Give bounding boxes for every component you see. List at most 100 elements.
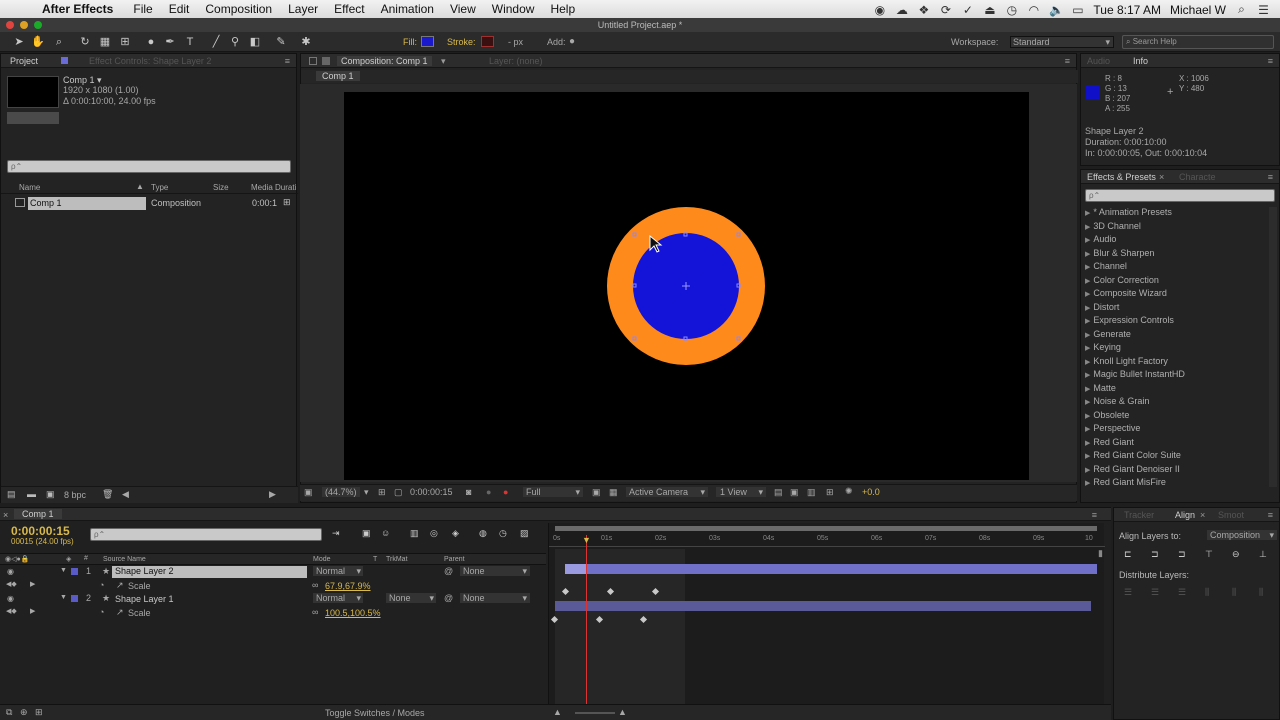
motion-blur-icon[interactable]: ◎ bbox=[430, 528, 438, 539]
distribute-v-center-icon[interactable]: ☰ bbox=[1151, 587, 1159, 598]
effects-category[interactable]: ▶ * Animation Presets bbox=[1085, 207, 1172, 220]
col-trkmat[interactable]: TrkMat bbox=[386, 556, 408, 563]
constrain-link-icon[interactable]: ∞ bbox=[312, 580, 318, 590]
panel-menu-icon[interactable]: ≡ bbox=[1268, 56, 1273, 66]
current-timecode[interactable]: 0:00:00:15 bbox=[11, 524, 70, 538]
effects-category[interactable]: ▶ Red Giant bbox=[1085, 437, 1134, 450]
exposure-icon[interactable]: ✺ bbox=[845, 486, 853, 497]
subtab-comp1[interactable]: Comp 1 bbox=[316, 71, 360, 81]
stroke-width[interactable]: - px bbox=[508, 37, 523, 47]
project-search-input[interactable]: ρ⌃ bbox=[7, 160, 291, 173]
tab-character[interactable]: Characte bbox=[1179, 172, 1216, 182]
add-label[interactable]: Add: bbox=[547, 37, 566, 47]
mask-visibility-icon[interactable]: ▢ bbox=[394, 487, 403, 498]
distribute-bottom-icon[interactable]: ☰ bbox=[1178, 587, 1186, 598]
time-graph[interactable]: 0s 01s 02s 03s 04s 05s 06s 07s 08s 09s 1… bbox=[548, 523, 1105, 713]
wifi-icon[interactable]: ◠ bbox=[1027, 3, 1040, 17]
layer-name[interactable]: Shape Layer 2 bbox=[112, 566, 307, 578]
align-left-icon[interactable]: ⊏ bbox=[1124, 549, 1132, 560]
close-tab-icon[interactable]: × bbox=[3, 510, 8, 520]
composition-viewer[interactable] bbox=[300, 84, 1077, 482]
menu-animation[interactable]: Animation bbox=[381, 2, 434, 16]
interpret-footage-icon[interactable]: ▤ bbox=[7, 489, 16, 500]
tab-layer[interactable]: Layer: (none) bbox=[489, 56, 543, 66]
frame-blending-icon[interactable]: ▥ bbox=[410, 528, 419, 539]
align-to-select[interactable]: Composition ▾ bbox=[1207, 530, 1277, 540]
parent-select[interactable]: None ▾ bbox=[460, 566, 530, 576]
puppet-tool-icon[interactable]: ✱ bbox=[299, 35, 313, 49]
pick-whip-icon[interactable]: @ bbox=[444, 566, 453, 576]
zoom-slider[interactable] bbox=[575, 712, 615, 714]
tab-smoother[interactable]: Smoot bbox=[1218, 510, 1244, 520]
layer-number-column[interactable]: # bbox=[84, 555, 88, 562]
clock[interactable]: Tue 8:17 AM bbox=[1093, 3, 1161, 17]
distribute-h-center-icon[interactable]: ⫼ bbox=[1232, 587, 1236, 598]
close-tab-icon[interactable]: × bbox=[1200, 510, 1205, 520]
magnification-select[interactable]: (44.7%) bbox=[322, 487, 360, 497]
parent-select[interactable]: None ▾ bbox=[460, 593, 530, 603]
draft-3d-icon[interactable]: ▣ bbox=[362, 528, 371, 539]
resolution-select[interactable]: Full ▾ bbox=[523, 487, 583, 497]
battery-icon[interactable]: ▭ bbox=[1071, 3, 1084, 17]
effects-category[interactable]: ▶ Knoll Light Factory bbox=[1085, 356, 1168, 369]
distribute-right-icon[interactable]: ⫼ bbox=[1259, 587, 1263, 598]
toggle-switches-modes-button[interactable]: Toggle Switches / Modes bbox=[325, 708, 425, 718]
always-preview-icon[interactable]: ▣ bbox=[304, 487, 313, 498]
composition-frame[interactable] bbox=[344, 92, 1029, 480]
distribute-left-icon[interactable]: ⫼ bbox=[1205, 587, 1209, 598]
record-icon[interactable]: ◉ bbox=[873, 3, 886, 17]
col-type[interactable]: Type bbox=[151, 183, 168, 192]
hand-tool-icon[interactable]: ✋ bbox=[31, 35, 45, 49]
panel-menu-icon[interactable]: ≡ bbox=[1268, 510, 1273, 520]
rotate-tool-icon[interactable]: ↻ bbox=[78, 35, 92, 49]
effects-category[interactable]: ▶ Obsolete bbox=[1085, 410, 1129, 423]
comp-tab-dropdown-icon[interactable]: ▾ bbox=[441, 56, 446, 67]
sync-icon[interactable]: ⟳ bbox=[939, 3, 952, 17]
show-snapshot-icon[interactable]: ● bbox=[486, 487, 491, 497]
notification-icon[interactable]: ☰ bbox=[1257, 3, 1270, 17]
close-window-button[interactable] bbox=[6, 21, 14, 29]
selection-tool-icon[interactable]: ➤ bbox=[12, 35, 26, 49]
timeline-icon[interactable]: ▥ bbox=[807, 487, 816, 498]
layer-bar-1[interactable] bbox=[565, 564, 1097, 574]
video-visibility-icon[interactable]: ◉ bbox=[7, 567, 14, 576]
row-name[interactable]: Comp 1 bbox=[28, 197, 146, 210]
align-right-icon[interactable]: ⊐ bbox=[1178, 549, 1186, 560]
stopwatch-icon[interactable]: ◔ bbox=[99, 607, 104, 617]
menu-effect[interactable]: Effect bbox=[334, 2, 364, 16]
mode-select[interactable]: Normal ▾ bbox=[313, 566, 363, 576]
brainstorm-icon[interactable]: ◈ bbox=[452, 528, 459, 539]
search-help-input[interactable]: ⌕ Search Help bbox=[1122, 35, 1274, 49]
camera-select[interactable]: Active Camera ▾ bbox=[626, 487, 708, 497]
sort-icon[interactable]: ▲ bbox=[136, 182, 144, 191]
effects-category[interactable]: ▶ 3D Channel bbox=[1085, 221, 1141, 234]
add-button-icon[interactable]: ● bbox=[569, 36, 575, 47]
graph-editor-icon[interactable]: ▨ bbox=[520, 528, 529, 539]
zoom-window-button[interactable] bbox=[34, 21, 42, 29]
timer-icon[interactable]: ◷ bbox=[499, 528, 507, 539]
tab-comp1-timeline[interactable]: Comp 1 bbox=[14, 509, 62, 519]
eject-icon[interactable]: ⏏ bbox=[983, 3, 996, 17]
volume-icon[interactable]: 🔈 bbox=[1049, 3, 1064, 17]
effects-category[interactable]: ▶ Noise & Grain bbox=[1085, 396, 1149, 409]
col-size[interactable]: Size bbox=[213, 183, 229, 192]
channel-icon[interactable]: ● bbox=[503, 487, 508, 497]
camera-tool-icon[interactable]: ▦ bbox=[98, 35, 112, 49]
layer-name[interactable]: Shape Layer 1 bbox=[115, 594, 174, 604]
roto-brush-tool-icon[interactable]: ✎ bbox=[274, 35, 288, 49]
label-color[interactable] bbox=[71, 568, 78, 575]
ellipse-tool-icon[interactable]: ● bbox=[144, 35, 158, 49]
app-menu[interactable]: After Effects bbox=[42, 2, 113, 16]
av-features-icon[interactable]: ◉◁●🔒 bbox=[5, 555, 29, 563]
menu-window[interactable]: Window bbox=[492, 2, 535, 16]
tab-align[interactable]: Align bbox=[1175, 510, 1195, 520]
next-keyframe-icon[interactable]: ▶ bbox=[30, 580, 35, 588]
effects-category[interactable]: ▶ Expression Controls bbox=[1085, 315, 1174, 328]
hide-shy-icon[interactable]: ☺ bbox=[381, 528, 390, 538]
col-source-name[interactable]: Source Name bbox=[103, 556, 146, 563]
auto-keyframe-icon[interactable]: ◍ bbox=[479, 528, 487, 539]
scroll-right-icon[interactable]: ▶ bbox=[269, 489, 276, 500]
pan-behind-tool-icon[interactable]: ⊞ bbox=[118, 35, 132, 49]
menu-file[interactable]: File bbox=[133, 2, 152, 16]
effects-category[interactable]: ▶ Generate bbox=[1085, 329, 1131, 342]
